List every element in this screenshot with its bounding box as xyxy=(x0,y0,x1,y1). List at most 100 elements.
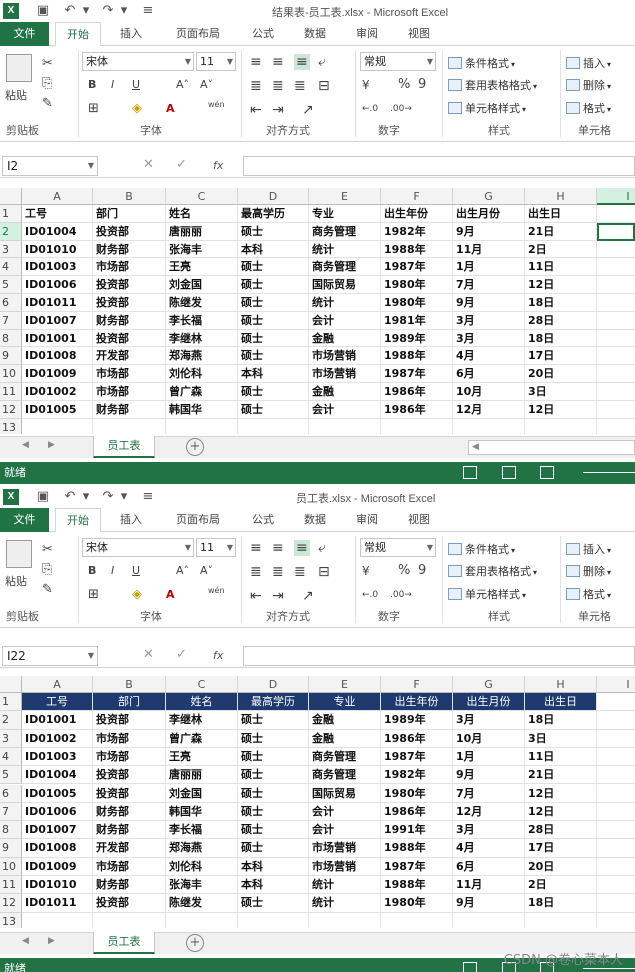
row-header[interactable]: 4 xyxy=(0,747,22,767)
table-cell[interactable]: 12日 xyxy=(525,802,597,822)
row-header[interactable]: 2 xyxy=(0,711,22,730)
bold-icon[interactable]: B xyxy=(88,563,96,579)
table-cell[interactable] xyxy=(166,912,238,928)
row-header[interactable]: 5 xyxy=(0,766,22,785)
table-cell[interactable] xyxy=(597,730,635,748)
tab-data[interactable]: 数据 xyxy=(292,508,338,532)
table-cell[interactable]: 1980年 xyxy=(381,894,453,913)
table-cell[interactable]: 20日 xyxy=(525,365,597,383)
table-cell[interactable]: 1986年 xyxy=(381,729,453,748)
table-cell[interactable]: 硕士 xyxy=(238,347,309,366)
table-cell[interactable]: 3日 xyxy=(525,729,597,748)
header-cell[interactable]: 姓名 xyxy=(166,205,238,223)
table-cell[interactable]: 12月 xyxy=(453,400,525,419)
increase-indent-icon[interactable]: ⇥ xyxy=(272,588,284,604)
table-cell[interactable]: 12日 xyxy=(525,400,597,419)
table-cell[interactable] xyxy=(597,347,635,366)
table-cell[interactable] xyxy=(93,912,166,928)
table-cell[interactable] xyxy=(453,912,525,928)
table-cell[interactable]: 曾广森 xyxy=(166,383,238,401)
table-cell[interactable]: 1987年 xyxy=(381,857,453,876)
table-cell[interactable] xyxy=(597,913,635,928)
table-cell[interactable]: 2日 xyxy=(525,240,597,259)
italic-icon[interactable]: I xyxy=(111,77,114,93)
header-cell[interactable]: 出生月份 xyxy=(453,205,525,223)
table-cell[interactable] xyxy=(525,418,597,434)
table-cell[interactable]: 1987年 xyxy=(381,258,453,277)
header-cell[interactable]: 专业 xyxy=(309,205,381,223)
table-cell[interactable] xyxy=(597,383,635,401)
header-cell[interactable] xyxy=(597,205,635,223)
font-color-icon[interactable]: A xyxy=(166,101,175,117)
formula-input[interactable] xyxy=(243,646,635,666)
table-cell[interactable]: 10月 xyxy=(453,729,525,748)
table-cell[interactable]: 硕士 xyxy=(238,729,309,748)
table-cell[interactable]: 1987年 xyxy=(381,365,453,383)
table-cell[interactable]: 9月 xyxy=(453,894,525,913)
table-cell[interactable]: 3月 xyxy=(453,821,525,840)
format-button[interactable]: 格式 ▾ xyxy=(566,587,611,604)
table-cell[interactable]: 会计 xyxy=(309,821,381,840)
table-cell[interactable]: 会计 xyxy=(309,400,381,419)
page-break-view-icon[interactable] xyxy=(540,466,554,479)
column-header[interactable]: B xyxy=(93,188,166,205)
table-cell[interactable]: 7月 xyxy=(453,784,525,803)
tab-review[interactable]: 审阅 xyxy=(344,22,390,46)
table-cell[interactable]: 11月 xyxy=(453,876,525,895)
table-cell[interactable]: 投资部 xyxy=(93,222,166,241)
conditional-format-button[interactable]: 条件格式 ▾ xyxy=(448,56,515,73)
table-cell[interactable]: ID01007 xyxy=(22,311,93,330)
table-cell[interactable] xyxy=(597,258,635,277)
name-box[interactable]: I22 ▼ xyxy=(2,646,98,666)
table-cell[interactable]: 12日 xyxy=(525,276,597,294)
row-header[interactable]: 1 xyxy=(0,693,22,712)
increase-font-icon[interactable]: A˄ xyxy=(176,563,189,579)
table-cell[interactable] xyxy=(597,365,635,383)
table-cell[interactable] xyxy=(597,858,635,876)
row-header[interactable]: 3 xyxy=(0,240,22,259)
table-cell[interactable] xyxy=(238,912,309,928)
table-cell[interactable]: 3日 xyxy=(525,383,597,401)
table-cell[interactable]: 金融 xyxy=(309,729,381,748)
table-cell[interactable]: 18日 xyxy=(525,894,597,913)
table-cell[interactable] xyxy=(597,312,635,330)
align-left-icon[interactable]: ≣ xyxy=(250,564,262,580)
add-sheet-icon[interactable]: + xyxy=(186,438,204,456)
header-cell[interactable]: 出生日 xyxy=(525,205,597,223)
column-header[interactable]: D xyxy=(238,676,309,693)
row-header[interactable]: 13 xyxy=(0,418,22,434)
table-cell[interactable]: 投资部 xyxy=(93,766,166,785)
table-cell[interactable]: 硕士 xyxy=(238,784,309,803)
tab-data[interactable]: 数据 xyxy=(292,22,338,46)
table-cell[interactable]: 1982年 xyxy=(381,222,453,241)
format-as-table-button[interactable]: 套用表格格式 ▾ xyxy=(448,78,537,95)
enter-icon[interactable]: ✓ xyxy=(176,647,187,662)
active-cell[interactable] xyxy=(597,222,635,241)
orientation-icon[interactable]: ↗ xyxy=(302,588,314,604)
table-cell[interactable]: 1980年 xyxy=(381,294,453,312)
undo-icon[interactable]: ↶ xyxy=(62,489,78,505)
font-size-combo[interactable]: 11 ▼ xyxy=(196,52,236,71)
cut-icon[interactable]: ✂ xyxy=(42,56,53,72)
insert-button[interactable]: 插入 ▾ xyxy=(566,56,611,73)
undo-icon[interactable]: ↶ xyxy=(62,3,78,19)
header-cell[interactable] xyxy=(597,693,635,712)
align-middle-icon[interactable]: ≡ xyxy=(272,54,284,70)
table-cell[interactable]: ID01005 xyxy=(22,784,93,803)
table-cell[interactable]: ID01005 xyxy=(22,400,93,419)
table-cell[interactable]: 硕士 xyxy=(238,311,309,330)
save-icon[interactable]: ▣ xyxy=(35,489,51,505)
sheet-tab-employees[interactable]: 员工表 xyxy=(93,436,155,458)
table-cell[interactable]: ID01002 xyxy=(22,383,93,401)
redo-icon[interactable]: ↷ xyxy=(100,3,116,19)
tab-formulas[interactable]: 公式 xyxy=(240,22,286,46)
fill-color-icon[interactable]: ◈ xyxy=(132,101,142,117)
table-cell[interactable]: 硕士 xyxy=(238,802,309,822)
header-cell[interactable]: 工号 xyxy=(22,693,93,712)
copy-icon[interactable]: ⎘ xyxy=(42,562,52,578)
comma-style-button[interactable]: 9 xyxy=(418,77,426,93)
table-cell[interactable]: 本科 xyxy=(238,240,309,259)
tab-page-layout[interactable]: 页面布局 xyxy=(162,22,234,46)
row-header[interactable]: 2 xyxy=(0,222,22,241)
table-cell[interactable] xyxy=(597,711,635,730)
